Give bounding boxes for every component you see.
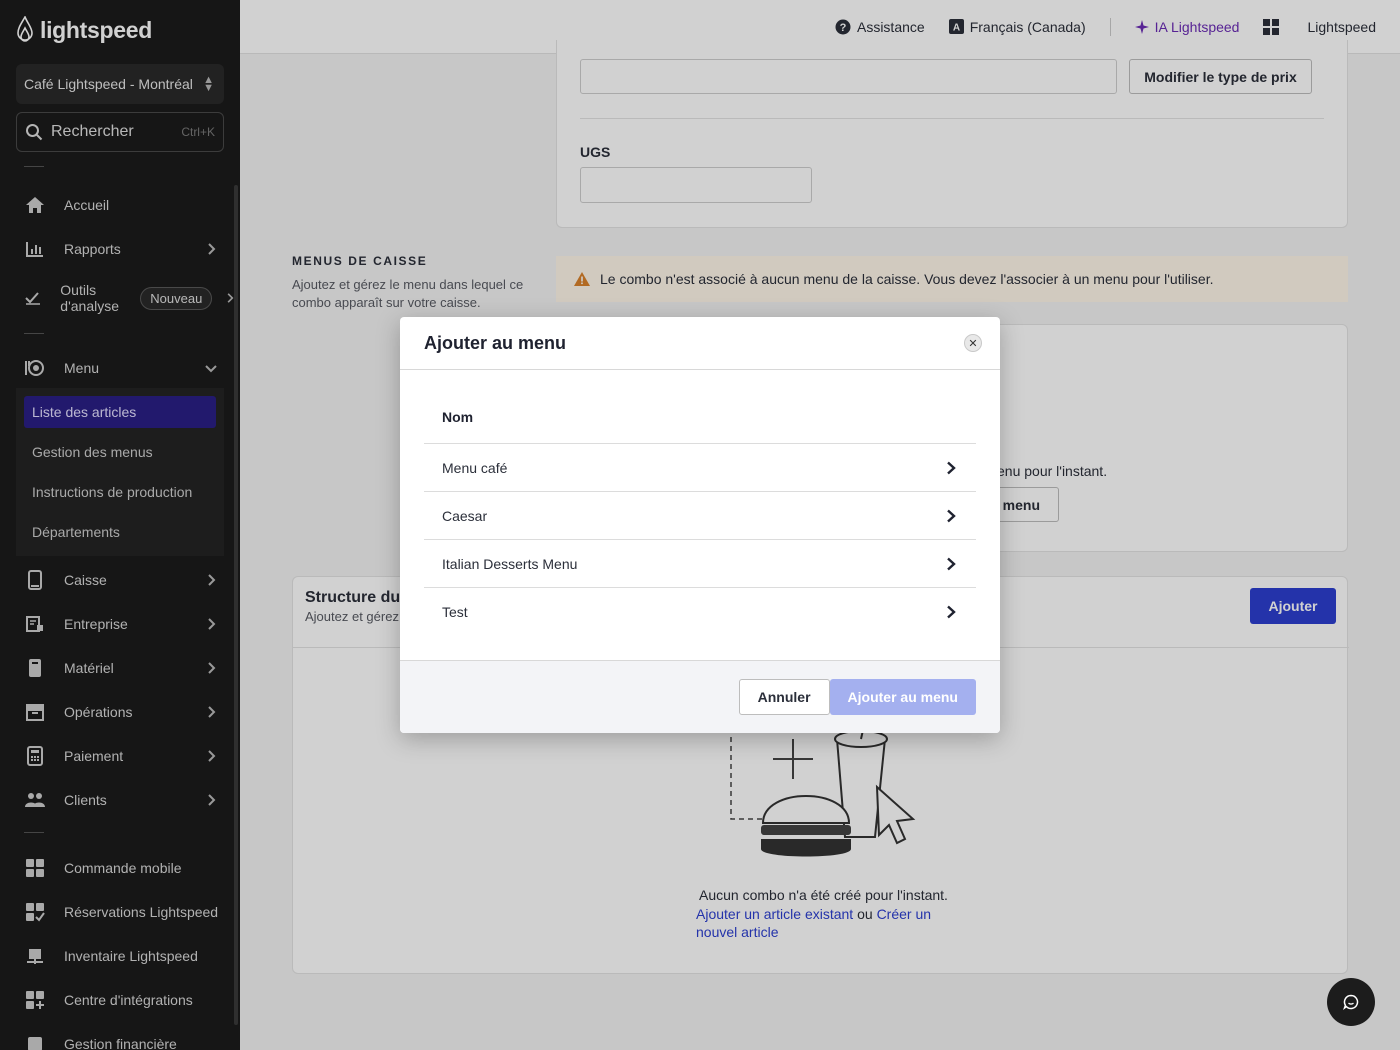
modal-footer: Annuler Ajouter au menu: [400, 660, 1000, 733]
menu-row-label: Caesar: [442, 507, 488, 524]
chevron-right-icon: [947, 509, 956, 522]
chevron-right-icon: [947, 461, 956, 474]
chevron-right-icon: [947, 605, 956, 619]
menu-row-label: Test: [442, 604, 468, 620]
modal-title: Ajouter au menu: [424, 332, 567, 353]
chat-button[interactable]: [1327, 978, 1375, 1026]
modal-header: Ajouter au menu ✕: [400, 317, 1000, 370]
column-header-name: Nom: [424, 390, 976, 444]
close-icon[interactable]: ✕: [964, 334, 982, 352]
confirm-add-to-menu-button[interactable]: Ajouter au menu: [829, 679, 976, 715]
add-to-menu-dialog: Ajouter au menu ✕ Nom Menu café Caesar I…: [400, 317, 1000, 733]
menu-row[interactable]: Caesar: [424, 492, 976, 540]
menu-row[interactable]: Italian Desserts Menu: [424, 540, 976, 588]
chevron-right-icon: [947, 557, 956, 570]
menu-row[interactable]: Test: [424, 588, 976, 636]
menu-row-label: Italian Desserts Menu: [442, 555, 578, 572]
modal-body: Nom Menu café Caesar Italian Desserts Me…: [400, 370, 1000, 660]
chat-icon: [1343, 994, 1359, 1010]
menu-row[interactable]: Menu café: [424, 444, 976, 492]
cancel-button[interactable]: Annuler: [738, 679, 830, 715]
menu-row-label: Menu café: [442, 459, 508, 476]
